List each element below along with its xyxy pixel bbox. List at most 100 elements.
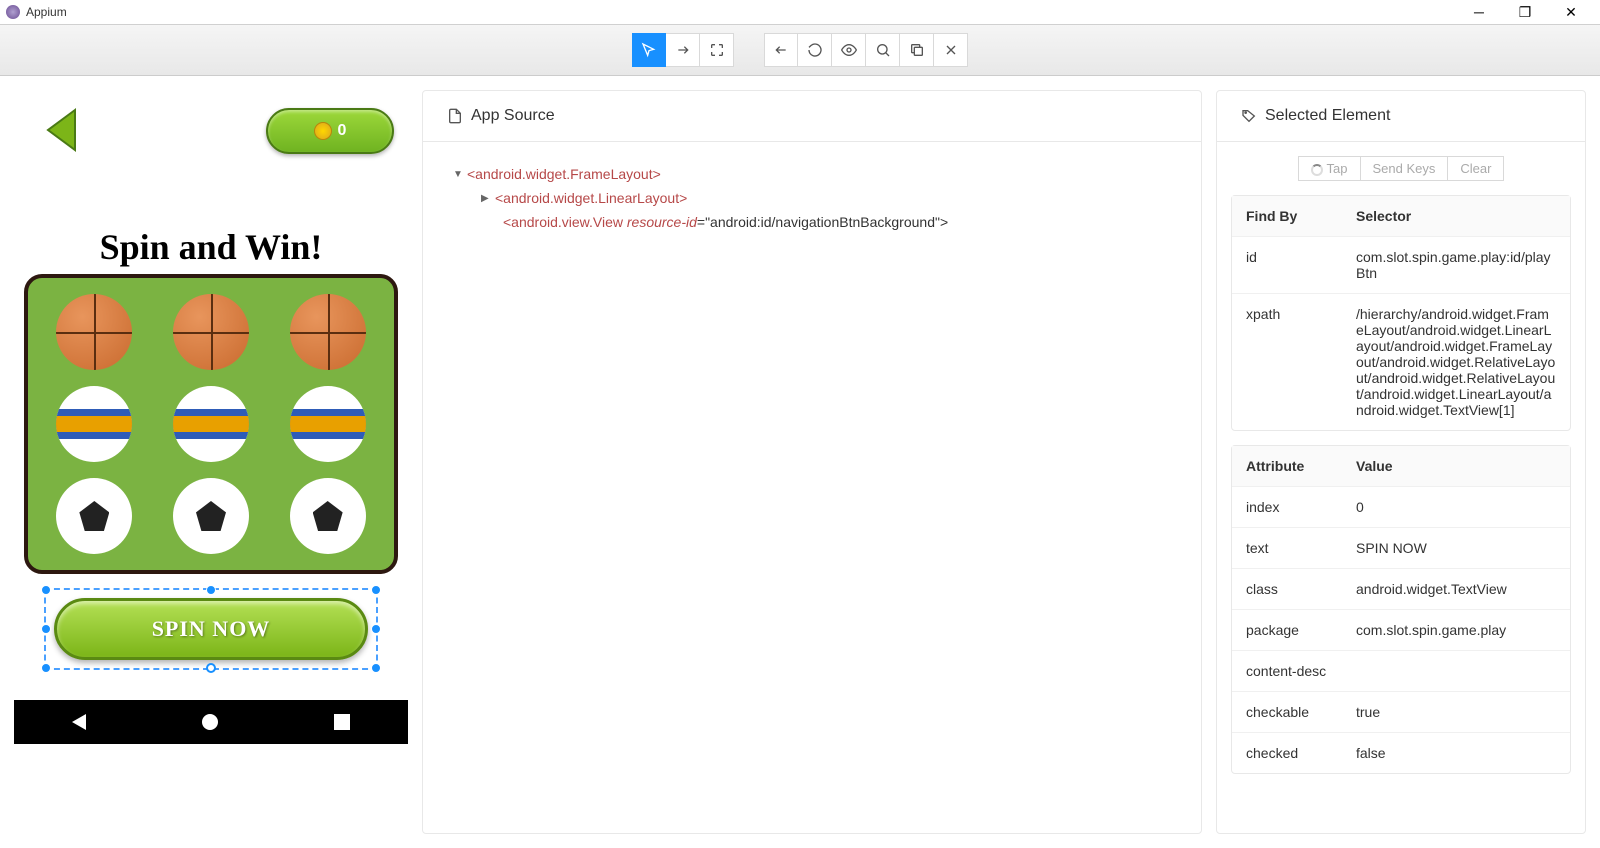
- attr-value: false: [1342, 733, 1570, 773]
- volleyball-icon: [56, 386, 132, 462]
- android-home-icon[interactable]: [202, 714, 218, 730]
- attributes-table: Attribute Value index 0 text SPIN NOW cl…: [1231, 445, 1571, 774]
- attr-key: checkable: [1232, 692, 1342, 732]
- attr-key: checked: [1232, 733, 1342, 773]
- slot-board: [24, 274, 398, 574]
- basketball-icon: [56, 294, 132, 370]
- tap-button[interactable]: Tap: [1298, 156, 1361, 181]
- tree-expand-icon[interactable]: ▶: [481, 193, 495, 204]
- cursor-icon: [641, 42, 657, 58]
- toolbar-group-nav: [764, 33, 968, 67]
- findby-value: com.slot.spin.game.play:id/playBtn: [1342, 237, 1570, 293]
- table-row[interactable]: package com.slot.spin.game.play: [1232, 610, 1570, 651]
- attr-value: SPIN NOW: [1342, 528, 1570, 568]
- findby-key: xpath: [1232, 294, 1342, 430]
- resize-handle[interactable]: [371, 663, 381, 673]
- soccer-icon: [290, 478, 366, 554]
- toolbar-group-select: [632, 33, 734, 67]
- table-row[interactable]: class android.widget.TextView: [1232, 569, 1570, 610]
- search-button[interactable]: [866, 33, 900, 67]
- coin-badge: 0: [266, 108, 394, 154]
- resize-handle[interactable]: [206, 585, 216, 595]
- game-back-arrow-icon: [40, 105, 80, 155]
- table-row[interactable]: content-desc: [1232, 651, 1570, 692]
- back-button[interactable]: [764, 33, 798, 67]
- tree-node-tag: <android.widget.FrameLayout>: [467, 166, 661, 182]
- resize-handle[interactable]: [41, 585, 51, 595]
- app-source-header: App Source: [423, 91, 1201, 142]
- attr-key: index: [1232, 487, 1342, 527]
- send-keys-button[interactable]: Send Keys: [1361, 156, 1449, 181]
- android-recent-icon[interactable]: [334, 714, 350, 730]
- resize-handle[interactable]: [371, 585, 381, 595]
- app-source-title: App Source: [471, 107, 555, 125]
- attr-value: com.slot.spin.game.play: [1342, 610, 1570, 650]
- swipe-button[interactable]: [666, 33, 700, 67]
- coin-icon: [314, 122, 332, 140]
- table-row[interactable]: index 0: [1232, 487, 1570, 528]
- select-elements-button[interactable]: [632, 33, 666, 67]
- arrow-right-icon: [675, 42, 691, 58]
- table-row[interactable]: xpath /hierarchy/android.widget.FrameLay…: [1232, 294, 1570, 430]
- tree-node[interactable]: ▶ <android.widget.LinearLayout>: [453, 186, 1171, 210]
- value-header: Value: [1342, 446, 1570, 486]
- selected-element-highlight[interactable]: SPIN NOW: [44, 588, 378, 670]
- device-screen[interactable]: 0 Spin and Win! SPIN NOW: [14, 90, 408, 744]
- findby-header: Find By: [1232, 196, 1342, 236]
- soccer-icon: [56, 478, 132, 554]
- attr-key: class: [1232, 569, 1342, 609]
- app-title: Appium: [26, 5, 1456, 19]
- resize-handle[interactable]: [206, 663, 216, 673]
- start-recording-button[interactable]: [832, 33, 866, 67]
- table-row[interactable]: checkable true: [1232, 692, 1570, 733]
- volleyball-icon: [290, 386, 366, 462]
- tree-node-tag: <android.view.View resource-id="android:…: [503, 214, 948, 230]
- table-header-row: Attribute Value: [1232, 446, 1570, 487]
- arrow-left-icon: [773, 42, 789, 58]
- selector-header: Selector: [1342, 196, 1570, 236]
- maximize-button[interactable]: ❐: [1502, 0, 1548, 24]
- quit-button[interactable]: [934, 33, 968, 67]
- source-tree: ▼ <android.widget.FrameLayout> ▶ <androi…: [423, 142, 1201, 254]
- copy-icon: [909, 42, 925, 58]
- android-back-icon[interactable]: [72, 714, 86, 730]
- resize-handle[interactable]: [41, 663, 51, 673]
- attr-value: true: [1342, 692, 1570, 732]
- attr-key: content-desc: [1232, 651, 1342, 691]
- attr-value: 0: [1342, 487, 1570, 527]
- toolbar: [0, 24, 1600, 76]
- x-icon: [943, 42, 959, 58]
- table-row[interactable]: text SPIN NOW: [1232, 528, 1570, 569]
- attr-value: android.widget.TextView: [1342, 569, 1570, 609]
- selected-element-header: Selected Element: [1217, 91, 1585, 142]
- table-header-row: Find By Selector: [1232, 196, 1570, 237]
- selected-element-title: Selected Element: [1265, 107, 1390, 125]
- action-button-group: Tap Send Keys Clear: [1298, 156, 1505, 181]
- table-row[interactable]: id com.slot.spin.game.play:id/playBtn: [1232, 237, 1570, 294]
- clear-button[interactable]: Clear: [1448, 156, 1504, 181]
- table-row[interactable]: checked false: [1232, 733, 1570, 773]
- refresh-button[interactable]: [798, 33, 832, 67]
- basketball-icon: [290, 294, 366, 370]
- close-button[interactable]: ✕: [1548, 0, 1594, 24]
- refresh-icon: [807, 42, 823, 58]
- file-icon: [447, 108, 463, 124]
- selected-element-panel: Selected Element Tap Send Keys Clear Fin…: [1216, 90, 1586, 834]
- attr-key: package: [1232, 610, 1342, 650]
- resize-handle[interactable]: [41, 624, 51, 634]
- tree-node-tag: <android.widget.LinearLayout>: [495, 190, 687, 206]
- tag-icon: [1241, 108, 1257, 124]
- spin-now-button: SPIN NOW: [54, 598, 368, 660]
- tap-coordinates-button[interactable]: [700, 33, 734, 67]
- attribute-header: Attribute: [1232, 446, 1342, 486]
- soccer-icon: [173, 478, 249, 554]
- resize-handle[interactable]: [371, 624, 381, 634]
- tree-collapse-icon[interactable]: ▼: [453, 169, 467, 180]
- copy-xml-button[interactable]: [900, 33, 934, 67]
- attr-value: [1342, 651, 1570, 691]
- device-screenshot-panel: 0 Spin and Win! SPIN NOW: [14, 90, 408, 834]
- loading-spinner-icon: [1311, 164, 1323, 176]
- tree-node[interactable]: <android.view.View resource-id="android:…: [453, 210, 1171, 234]
- minimize-button[interactable]: ─: [1456, 0, 1502, 24]
- tree-node[interactable]: ▼ <android.widget.FrameLayout>: [453, 162, 1171, 186]
